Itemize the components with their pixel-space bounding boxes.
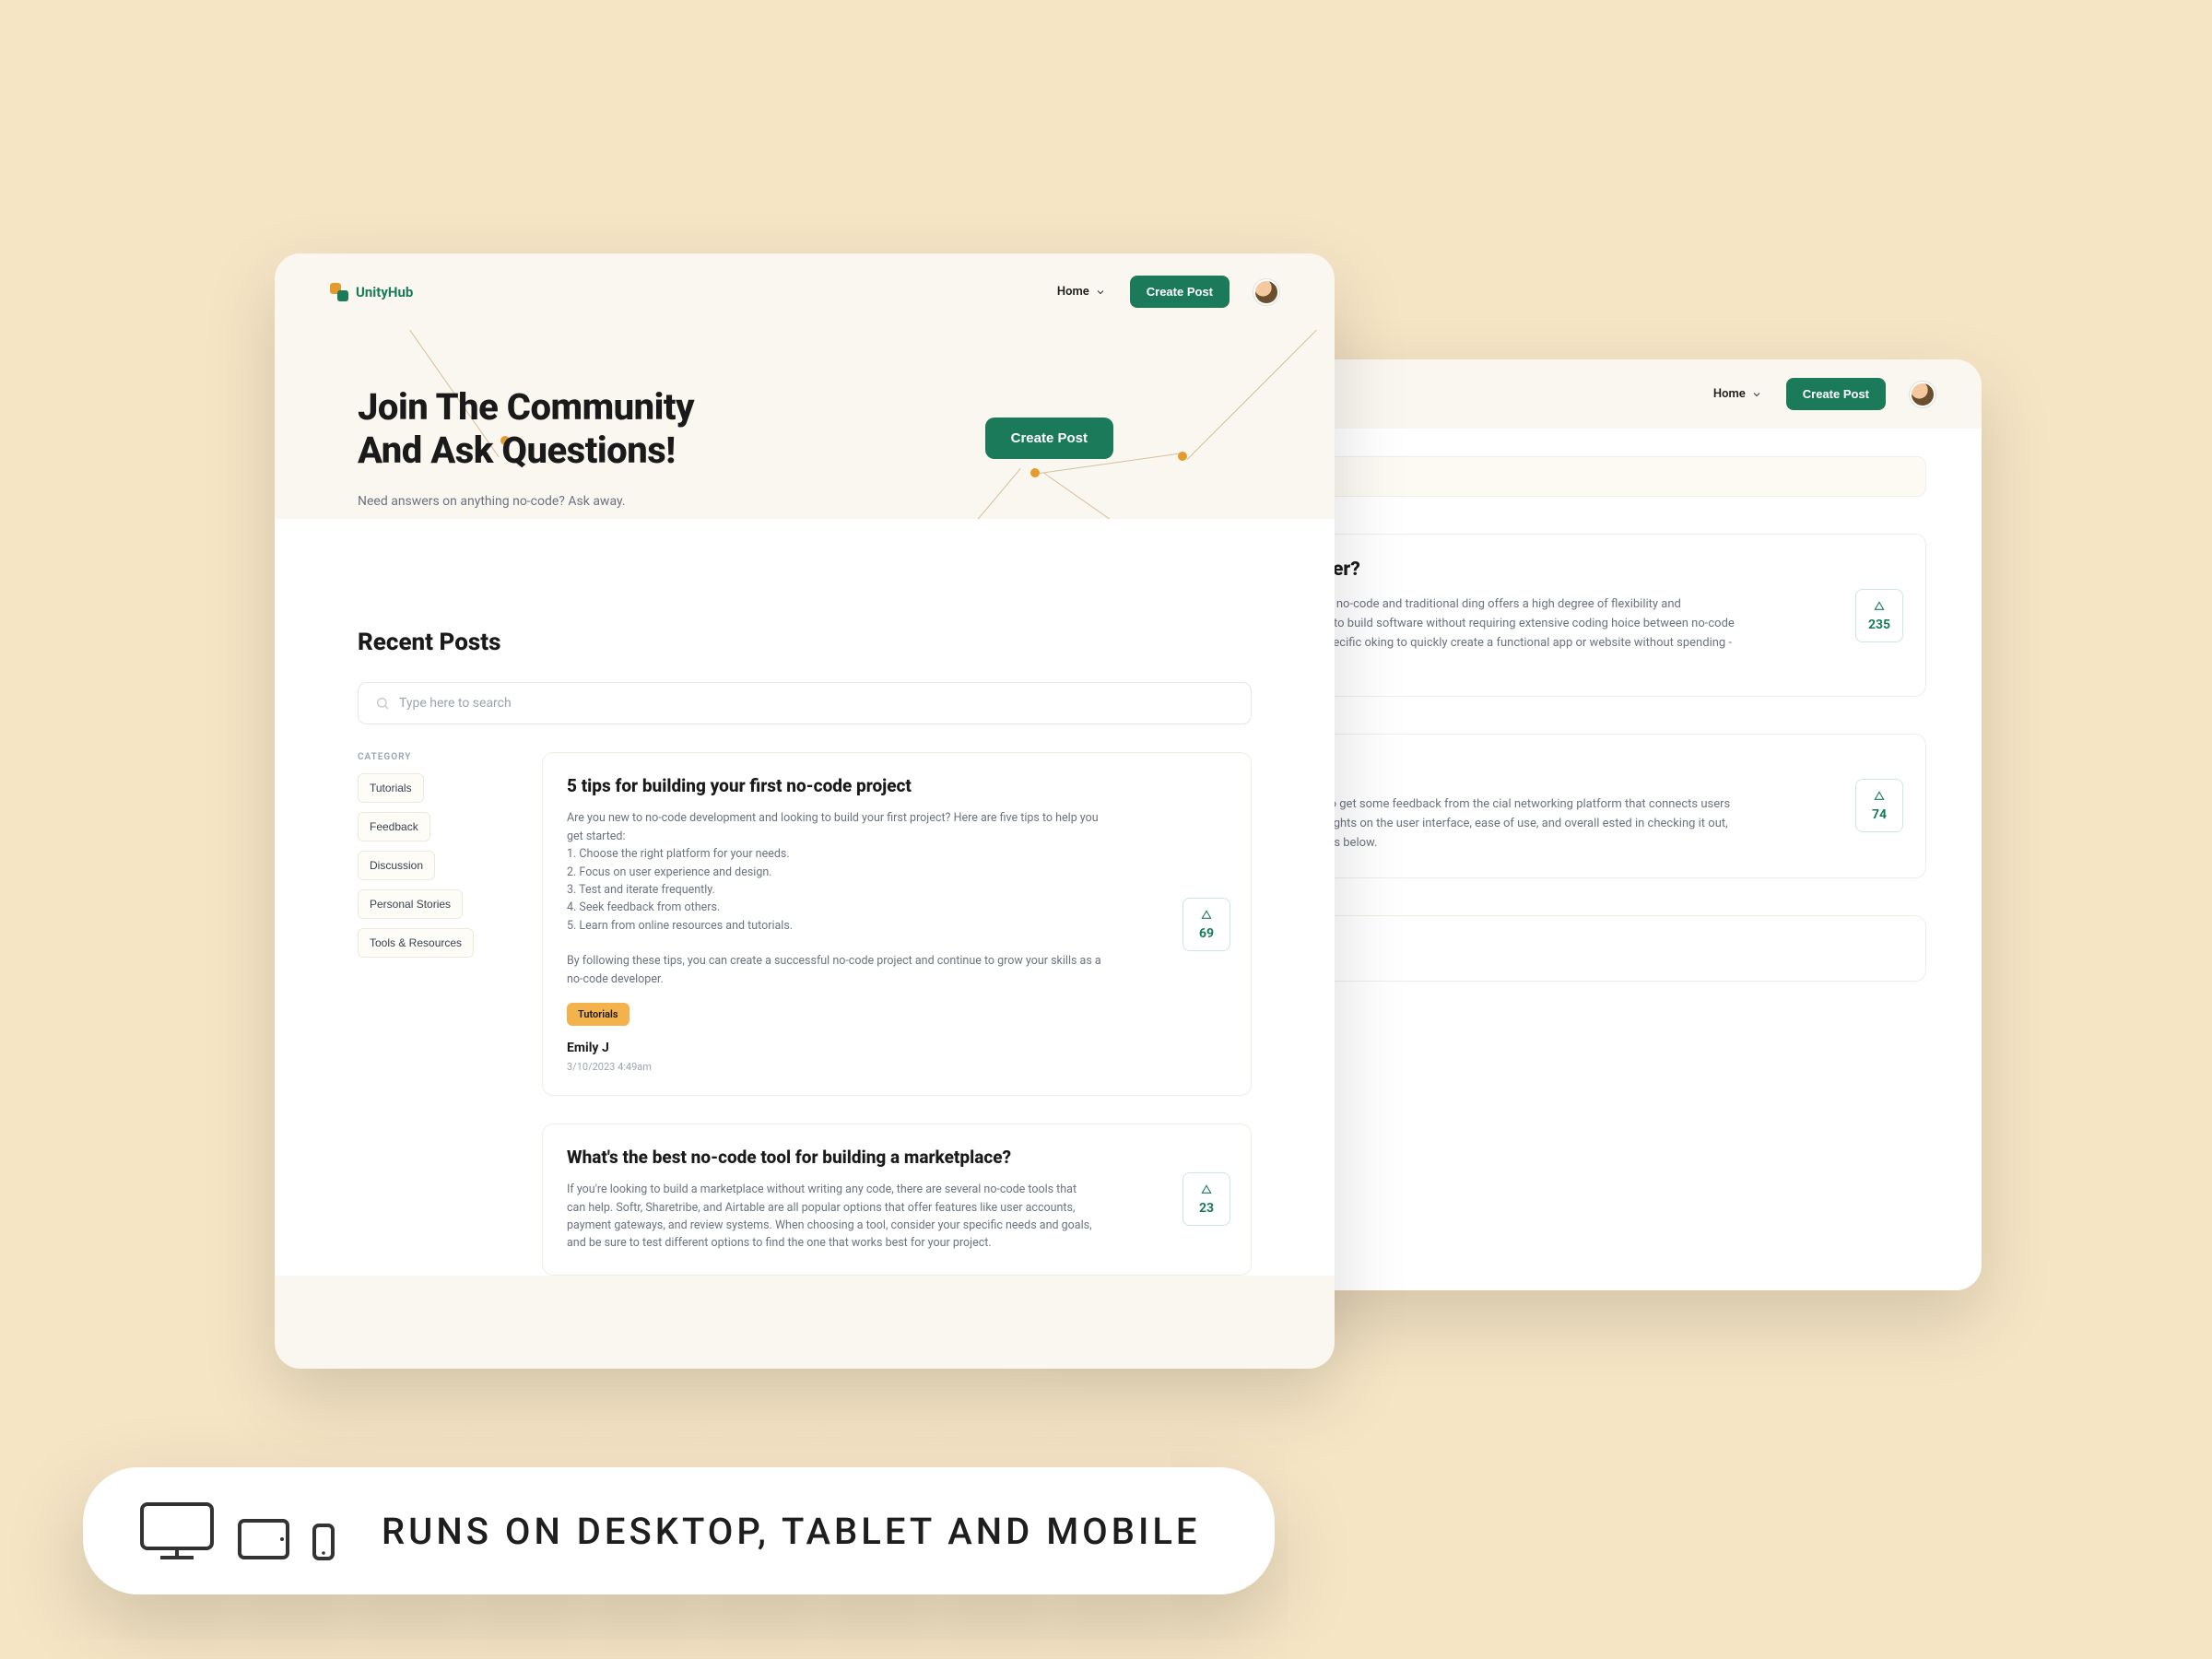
search-icon <box>375 696 390 711</box>
upvote-button[interactable]: 74 <box>1855 779 1903 832</box>
post-body: If you're looking to build a marketplace… <box>567 1181 1095 1253</box>
create-post-button[interactable]: Create Post <box>1786 378 1886 410</box>
category-tutorials[interactable]: Tutorials <box>358 773 424 803</box>
upvote-icon <box>1199 1182 1214 1197</box>
recent-posts-heading: Recent Posts <box>358 629 1252 656</box>
upvote-button[interactable]: 235 <box>1855 589 1903 642</box>
post-card[interactable]: 5 tips for building your first no-code p… <box>542 752 1252 1096</box>
upvote-button[interactable]: 23 <box>1182 1172 1230 1226</box>
category-tools-resources[interactable]: Tools & Resources <box>358 928 474 958</box>
post-body: Are you new to no-code development and l… <box>567 809 1108 988</box>
post-title: 5 tips for building your first no-code p… <box>567 775 1227 796</box>
post-timestamp: 3/10/2023 4:49am <box>567 1061 1227 1073</box>
post-author: Emily J <box>567 1041 1227 1055</box>
category-personal-stories[interactable]: Personal Stories <box>358 889 463 919</box>
upvote-icon <box>1872 789 1887 804</box>
responsive-badge: RUNS ON DESKTOP, TABLET AND MOBILE <box>83 1467 1275 1594</box>
upvote-count: 23 <box>1199 1201 1214 1216</box>
search-input[interactable]: Type here to search <box>358 682 1252 724</box>
upvote-icon <box>1872 599 1887 614</box>
post-title: What's the best no-code tool for buildin… <box>567 1147 1227 1168</box>
tablet-icon <box>236 1517 291 1561</box>
nav-home[interactable]: Home <box>1704 382 1771 406</box>
category-heading: CATEGORY <box>358 752 505 762</box>
hero-subtitle: Need answers on anything no-code? Ask aw… <box>358 494 1252 509</box>
avatar[interactable] <box>1910 382 1936 407</box>
nav-home-label: Home <box>1713 387 1746 401</box>
logo-icon <box>330 283 348 301</box>
upvote-icon <box>1199 908 1214 923</box>
upvote-count: 235 <box>1868 618 1890 632</box>
chevron-down-icon <box>1751 389 1762 400</box>
nav-home[interactable]: Home <box>1048 279 1115 304</box>
post-tag[interactable]: Tutorials <box>567 1003 629 1026</box>
header: UnityHub Home Create Post <box>275 253 1335 330</box>
responsive-badge-text: RUNS ON DESKTOP, TABLET AND MOBILE <box>382 1510 1201 1553</box>
search-placeholder: Type here to search <box>399 696 512 711</box>
desktop-icon <box>138 1500 216 1561</box>
upvote-button[interactable]: 69 <box>1182 898 1230 951</box>
create-post-button[interactable]: Create Post <box>1130 276 1230 308</box>
category-discussion[interactable]: Discussion <box>358 851 435 880</box>
hero-create-post-button[interactable]: Create Post <box>985 418 1113 459</box>
content: Recent Posts Type here to search CATEGOR… <box>275 592 1335 1275</box>
hero: Join The Community And Ask Questions! Ne… <box>275 330 1335 592</box>
nav-home-label: Home <box>1057 285 1089 299</box>
device-icons <box>138 1500 335 1561</box>
post-list: 5 tips for building your first no-code p… <box>542 752 1252 1275</box>
category-sidebar: CATEGORY Tutorials Feedback Discussion P… <box>358 752 505 967</box>
brand-name: UnityHub <box>356 284 413 300</box>
mobile-icon <box>312 1523 335 1561</box>
upvote-count: 74 <box>1872 807 1887 822</box>
upvote-count: 69 <box>1199 926 1214 941</box>
category-feedback[interactable]: Feedback <box>358 812 430 841</box>
brand-logo[interactable]: UnityHub <box>330 283 413 301</box>
avatar[interactable] <box>1253 279 1279 305</box>
hero-title: Join The Community And Ask Questions! <box>358 385 800 472</box>
preview-window-desktop: UnityHub Home Create Post Join The Comm <box>275 253 1335 1369</box>
post-card[interactable]: What's the best no-code tool for buildin… <box>542 1124 1252 1276</box>
chevron-down-icon <box>1095 287 1106 298</box>
